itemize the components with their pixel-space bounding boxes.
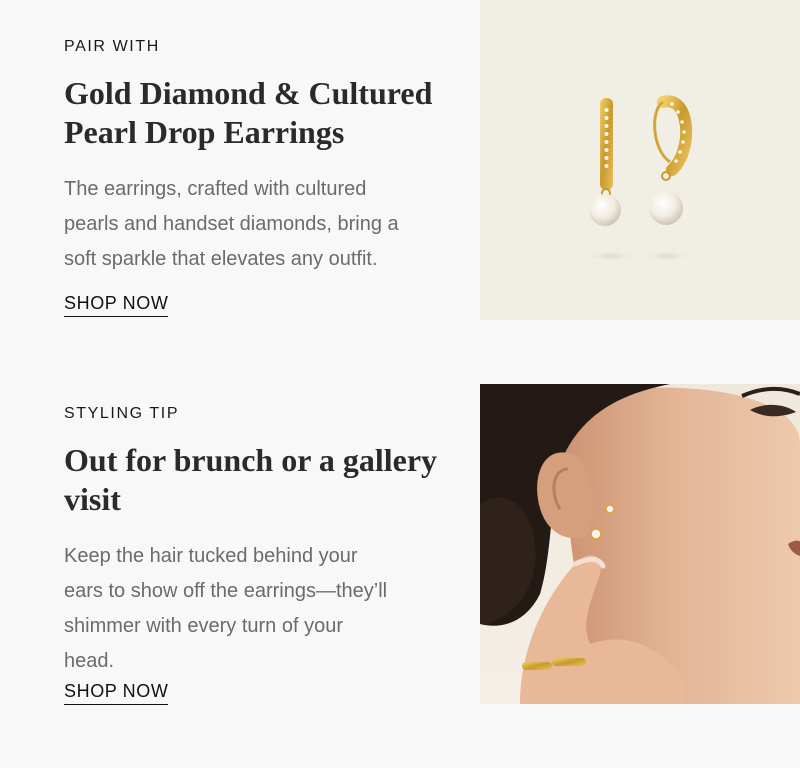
styling-tip-description: Keep the hair tucked behind your ears to… [64,539,464,679]
product-title: Gold Diamond & Cultured Pearl Drop Earri… [64,74,464,152]
product-description-line1: The earrings, crafted with cultured [64,178,367,200]
earrings-product-image[interactable] [480,0,800,320]
styling-tip-description-line3: shimmer with every turn of your [64,615,343,637]
styling-tip-title-line2: visit [64,481,121,517]
earrings-illustration [582,95,694,262]
shop-now-link-1[interactable]: SHOP NOW [64,293,169,317]
styling-tip-eyebrow: STYLING TIP [64,405,180,422]
product-description-line3: soft sparkle that elevates any outfit. [64,248,378,270]
pair-with-eyebrow: PAIR WITH [64,38,160,55]
styling-tip-title: Out for brunch or a gallery visit [64,441,464,519]
styling-tip-description-line4: head. [64,650,115,672]
product-description: The earrings, crafted with cultured pear… [64,172,464,277]
product-description-line2: pearls and handset diamonds, bring a [64,213,399,235]
styling-tip-description-line2: ears to show off the earrings—they’ll [64,580,388,602]
model-wearing-earrings-image[interactable] [480,384,800,704]
styling-tip-title-line1: Out for brunch or a gallery [64,442,438,478]
styling-tip-text: STYLING TIP Out for brunch or a gallery … [64,405,464,705]
styling-tip-description-line1: Keep the hair tucked behind your [64,545,358,567]
pair-with-text: PAIR WITH Gold Diamond & Cultured Pearl … [64,38,464,317]
model-illustration [480,384,800,704]
styling-tip-section: STYLING TIP Out for brunch or a gallery … [0,384,800,714]
product-title-line1: Gold Diamond & Cultured [64,75,433,111]
pair-with-section: PAIR WITH Gold Diamond & Cultured Pearl … [0,0,800,330]
shop-now-link-2[interactable]: SHOP NOW [64,681,169,705]
product-title-line2: Pearl Drop Earrings [64,114,345,150]
